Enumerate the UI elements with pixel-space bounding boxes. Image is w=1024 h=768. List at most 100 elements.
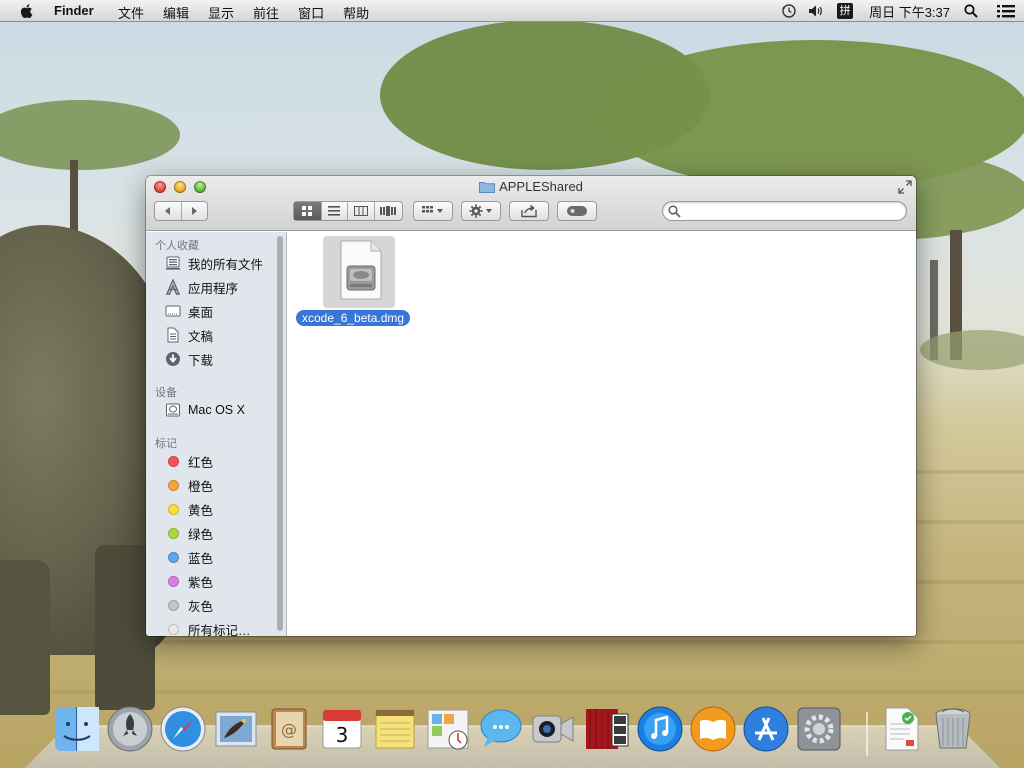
calendar-icon[interactable]: 3 [317, 704, 367, 754]
cover-flow-icon [380, 206, 397, 216]
sidebar-tag-green[interactable]: 绿色 [164, 523, 213, 543]
list-view-button[interactable] [322, 202, 349, 220]
sidebar-item-applications[interactable]: 应用程序 [164, 277, 238, 297]
system-preferences-icon[interactable] [794, 704, 844, 754]
sidebar-item-documents[interactable]: 文稿 [164, 325, 213, 345]
tag-color-dot [164, 452, 182, 470]
tag-color-dot [164, 500, 182, 518]
column-view-button[interactable] [348, 202, 375, 220]
sidebar-scrollbar[interactable] [276, 236, 284, 631]
sidebar-item-mac-os-x[interactable]: Mac OS X [164, 400, 245, 420]
tag-color-dot [164, 620, 182, 636]
sidebar-item-label: 黄色 [188, 503, 214, 518]
forward-button[interactable] [182, 202, 208, 220]
hard-drive-icon [164, 401, 182, 419]
calendar-day: 3 [336, 723, 349, 747]
column-view-icon [353, 206, 368, 216]
menu-window[interactable]: 窗口 [298, 3, 324, 22]
app-store-icon[interactable] [741, 704, 791, 754]
status-area: 拼 周日 下午3:37 [781, 0, 1024, 22]
sidebar-section-tags: 标记 [155, 438, 177, 450]
edit-tags-button[interactable] [557, 201, 597, 221]
clock[interactable]: 周日 下午3:37 [865, 0, 954, 22]
sidebar-item-label: 所有标记… [188, 623, 251, 637]
sidebar-item-label: 我的所有文件 [188, 257, 264, 272]
finder-icon[interactable] [52, 704, 102, 754]
sidebar-tag-blue[interactable]: 蓝色 [164, 547, 213, 567]
scrollbar-thumb[interactable] [277, 236, 283, 631]
volume-icon[interactable] [807, 0, 837, 22]
photo-booth-icon[interactable] [582, 704, 632, 754]
sidebar-item-label: Mac OS X [188, 403, 245, 417]
sidebar-item-label: 蓝色 [188, 551, 214, 566]
tag-color-dot [164, 476, 182, 494]
desktop-icon [164, 302, 182, 320]
reminders-icon[interactable] [423, 704, 473, 754]
menu-view[interactable]: 显示 [208, 3, 234, 22]
launchpad-icon[interactable] [105, 704, 155, 754]
bush [920, 330, 1024, 370]
dock-separator [866, 712, 868, 756]
contacts-icon[interactable]: @ [264, 704, 314, 754]
svg-text:@: @ [281, 720, 297, 739]
sidebar-item-label: 桌面 [188, 305, 214, 320]
menu-edit[interactable]: 编辑 [163, 3, 189, 22]
sidebar-item-label: 紫色 [188, 575, 214, 590]
arrange-button[interactable] [413, 201, 453, 221]
input-method-icon[interactable]: 拼 [837, 0, 865, 22]
document-icon[interactable] [876, 704, 926, 754]
sidebar-item-all-my-files[interactable]: 我的所有文件 [164, 253, 263, 273]
menu-go[interactable]: 前往 [253, 3, 279, 22]
ibooks-icon[interactable] [688, 704, 738, 754]
tag-color-dot [164, 596, 182, 614]
trash-icon[interactable] [928, 704, 978, 754]
sidebar-tag-yellow[interactable]: 黄色 [164, 499, 213, 519]
action-button[interactable] [461, 201, 501, 221]
app-name-menu[interactable]: Finder [54, 3, 94, 18]
search-input[interactable] [685, 203, 900, 219]
applications-icon [164, 278, 182, 296]
tag-color-dot [164, 524, 182, 542]
title-bar[interactable]: APPLEShared [146, 176, 916, 231]
folder-icon [479, 182, 496, 193]
fullscreen-icon[interactable] [898, 180, 912, 194]
view-mode-control [293, 201, 403, 221]
notes-icon[interactable] [370, 704, 420, 754]
sidebar-section-favorites: 个人收藏 [155, 240, 199, 252]
menu-file[interactable]: 文件 [118, 3, 144, 22]
sidebar-tag-all-tags[interactable]: 所有标记… [164, 619, 251, 636]
time-machine-icon[interactable] [781, 0, 807, 22]
apple-menu-icon[interactable] [18, 2, 36, 20]
sidebar-tag-purple[interactable]: 紫色 [164, 571, 213, 591]
itunes-icon[interactable] [635, 704, 685, 754]
forward-arrow-icon [192, 207, 198, 215]
file-browser-content[interactable]: xcode_6_beta.dmg [288, 232, 916, 636]
menu-help[interactable]: 帮助 [343, 3, 369, 22]
notification-center-icon[interactable] [988, 0, 1024, 22]
cover-flow-view-button[interactable] [375, 202, 402, 220]
icon-view-button[interactable] [294, 202, 322, 220]
tag-color-dot [164, 572, 182, 590]
sidebar-item-label: 红色 [188, 455, 214, 470]
search-field[interactable] [662, 201, 907, 221]
share-button[interactable] [509, 201, 549, 221]
messages-icon[interactable] [476, 704, 526, 754]
sidebar-item-downloads[interactable]: 下载 [164, 349, 213, 369]
mail-icon[interactable] [211, 704, 261, 754]
sidebar-item-label: 灰色 [188, 599, 214, 614]
facetime-icon[interactable] [529, 704, 579, 754]
list-view-icon [328, 206, 341, 216]
file-item[interactable]: xcode_6_beta.dmg [288, 232, 428, 332]
sidebar-tag-red[interactable]: 红色 [164, 451, 213, 471]
sidebar-tag-orange[interactable]: 橙色 [164, 475, 213, 495]
sidebar-tag-gray[interactable]: 灰色 [164, 595, 213, 615]
sidebar-item-desktop[interactable]: 桌面 [164, 301, 213, 321]
tag-color-dot [164, 548, 182, 566]
input-method-label: 拼 [837, 3, 854, 19]
downloads-icon [164, 350, 182, 368]
back-button[interactable] [155, 202, 182, 220]
safari-icon[interactable] [158, 704, 208, 754]
sidebar-item-label: 应用程序 [188, 281, 239, 296]
window-title: APPLEShared [146, 179, 916, 194]
spotlight-icon[interactable] [954, 0, 988, 22]
